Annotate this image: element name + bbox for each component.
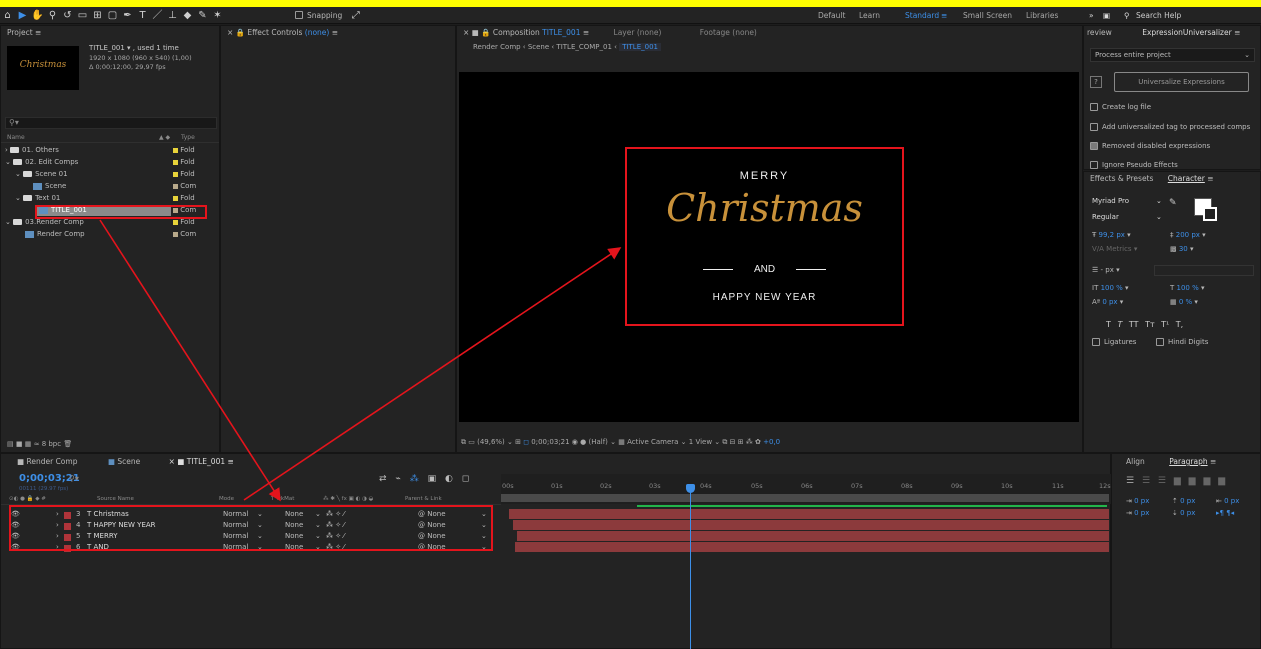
arrow-project-to-timeline: [99, 219, 281, 502]
arrow-timeline-to-comp: [243, 247, 622, 501]
annotation-arrows: [99, 219, 622, 502]
